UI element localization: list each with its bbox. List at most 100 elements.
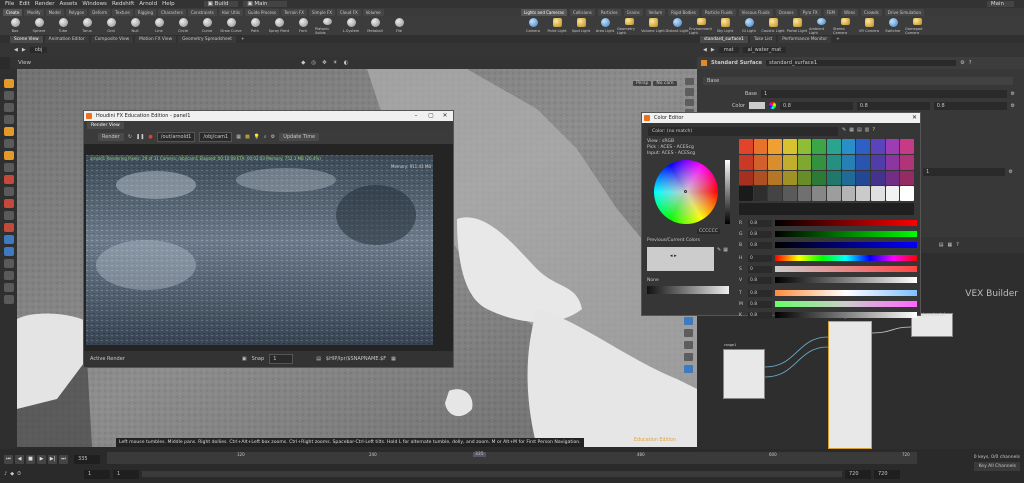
tab-parameters[interactable]: standard_surface1 xyxy=(700,35,748,43)
shelf-tab-simple-fx[interactable]: Simple FX xyxy=(309,8,335,16)
slider-track[interactable] xyxy=(775,220,917,226)
primitive-select-icon[interactable] xyxy=(3,235,14,244)
menu-windows[interactable]: Windows xyxy=(82,1,107,7)
color-swatch[interactable] xyxy=(841,139,856,154)
shelf-tab-drive-simulation[interactable]: Drive Simulation xyxy=(884,8,924,16)
lock-icon[interactable] xyxy=(3,163,14,172)
color-swatch[interactable] xyxy=(797,139,812,154)
shelf-tool-platonic-solids[interactable]: Platonic Solids xyxy=(315,16,339,35)
playback-end-field[interactable]: 720 xyxy=(844,469,871,479)
color-swatch[interactable] xyxy=(841,186,856,201)
shelf-tab-wires[interactable]: Wires xyxy=(840,8,859,16)
tab-take-list[interactable]: Take List xyxy=(749,35,777,43)
node-range[interactable]: range1 xyxy=(723,343,765,399)
shelf-tool-metaball[interactable]: Metaball xyxy=(363,16,387,35)
display-normals-icon[interactable] xyxy=(684,88,694,96)
tab-scene-view[interactable]: Scene View xyxy=(10,35,43,43)
shelf-tab-hair-utils[interactable]: Hair Utils xyxy=(218,8,243,16)
shelf-tool-path[interactable]: Path xyxy=(243,16,267,35)
color-swatch[interactable] xyxy=(812,170,826,186)
color-swatch[interactable] xyxy=(812,186,826,201)
shelf-tab-crowds[interactable]: Crowds xyxy=(861,8,882,16)
help-icon[interactable]: ? xyxy=(969,60,972,66)
render-button[interactable]: Render xyxy=(98,133,124,141)
minimize-icon[interactable]: – xyxy=(409,111,423,121)
value-bar[interactable] xyxy=(725,160,730,224)
shelf-tool-camera[interactable]: Camera xyxy=(521,16,545,35)
desktop-main-select[interactable]: ▣ Main xyxy=(243,1,288,7)
shelf-tool-circle[interactable]: Circle xyxy=(171,16,195,35)
play-icon[interactable]: ▶ xyxy=(37,454,46,464)
shelf-tool-distant-light[interactable]: Distant Light xyxy=(665,16,689,35)
shelf-tool-sky-light[interactable]: Sky Light xyxy=(713,16,737,35)
custom-swatch-area[interactable] xyxy=(739,203,914,215)
slider-track[interactable] xyxy=(775,301,917,307)
menu-help[interactable]: Help xyxy=(162,1,175,7)
desktop-build-select[interactable]: ▣ Build xyxy=(203,1,239,7)
slider-value-field[interactable]: 0.8 xyxy=(748,230,772,238)
audio-icon[interactable]: ♪ xyxy=(4,471,7,477)
shelf-tab-rigging[interactable]: Rigging xyxy=(134,8,156,16)
slider-value-field[interactable]: 0 xyxy=(748,265,772,273)
jump-end-icon[interactable]: ⏭ xyxy=(59,454,68,464)
base-section-header[interactable]: Base xyxy=(703,77,1013,85)
slider-track[interactable] xyxy=(775,255,917,261)
tab-animation-editor[interactable]: Animation Editor xyxy=(44,35,89,43)
shelf-tool-spray-paint[interactable]: Spray Paint xyxy=(267,16,291,35)
slider-track[interactable] xyxy=(775,266,917,272)
color-swatch[interactable] xyxy=(768,186,782,201)
material-node-path[interactable]: ai_water_mat xyxy=(742,47,787,53)
color-swatch[interactable] xyxy=(753,154,768,170)
close-icon[interactable]: ✕ xyxy=(438,111,452,121)
slider-value-field[interactable]: 0.8 xyxy=(748,311,772,319)
shelf-tab-modify[interactable]: Modify xyxy=(24,8,44,16)
color-swatch[interactable] xyxy=(885,170,900,186)
shelf-tab-constraints[interactable]: Constraints xyxy=(187,8,217,16)
shelf-tab-cloud-fx[interactable]: Cloud FX xyxy=(337,8,361,16)
mat-path[interactable]: mat xyxy=(718,47,739,53)
light-icon[interactable]: 💡 xyxy=(254,134,260,140)
shelf-tab-deform[interactable]: Deform xyxy=(89,8,111,16)
color-swatch[interactable] xyxy=(812,139,826,154)
shelf-tool-gamepad-camera[interactable]: Gamepad Camera xyxy=(905,16,929,35)
slider-value-field[interactable]: 0.8 xyxy=(748,289,772,297)
stop-icon[interactable]: ● xyxy=(148,134,152,140)
shelf-tool-portal-light[interactable]: Portal Light xyxy=(785,16,809,35)
render-image[interactable]: arnold1 Rendering Pixels: 29 of 31 Camer… xyxy=(86,155,433,345)
no-cam-button[interactable]: No cam xyxy=(653,81,677,86)
save-snap-icon[interactable]: ▦ xyxy=(391,356,396,362)
display-options-icon[interactable]: ◆ xyxy=(301,60,305,66)
shelf-tool-switcher[interactable]: Switcher xyxy=(881,16,905,35)
back-arrow-icon-right[interactable]: ◀ xyxy=(703,47,707,53)
zoom-icon[interactable]: ⌕ xyxy=(264,134,267,140)
tab-motion-fx-view[interactable]: Motion FX View xyxy=(135,35,177,43)
shelf-tool-geometry-light[interactable]: Geometry Light xyxy=(617,16,641,35)
pick-color-icon[interactable]: ✎ xyxy=(717,247,721,253)
shelf-tool-l-system[interactable]: L-System xyxy=(339,16,363,35)
shelf-tool-sphere[interactable]: Sphere xyxy=(27,16,51,35)
shelf-tool-torus[interactable]: Torus xyxy=(75,16,99,35)
edge-select-icon[interactable] xyxy=(3,259,14,268)
shelf-tab-guide-process[interactable]: Guide Process xyxy=(244,8,280,16)
shelf-tool-gi-light[interactable]: GI Light xyxy=(737,16,761,35)
base-value-field[interactable]: 1 xyxy=(761,89,1007,98)
menu-redshift[interactable]: Redshift xyxy=(112,1,134,7)
slider-value-field[interactable]: 0 xyxy=(748,254,772,262)
color-swatch[interactable] xyxy=(871,170,885,186)
shelf-tab-texture[interactable]: Texture xyxy=(112,8,133,16)
tab-performance-monitor[interactable]: Performance Monitor xyxy=(778,35,832,43)
color-swatch[interactable] xyxy=(739,170,753,186)
forward-arrow-icon[interactable]: ▶ xyxy=(22,47,26,53)
snap-icon-button[interactable]: ▣ xyxy=(242,356,247,362)
slider-value-field[interactable]: 0.8 xyxy=(748,219,772,227)
drop-color-icon[interactable]: ▦ xyxy=(723,247,728,253)
net-help-icon[interactable]: ? xyxy=(956,242,959,248)
net-display-icon[interactable]: ▤ xyxy=(939,242,944,248)
range-slider[interactable] xyxy=(141,471,842,477)
color-swatch[interactable] xyxy=(768,139,782,154)
move-tool-icon[interactable] xyxy=(3,91,14,100)
scale-tool-icon[interactable] xyxy=(3,115,14,124)
display-points-icon[interactable] xyxy=(684,78,694,86)
shelf-tab-characters[interactable]: Characters xyxy=(157,8,186,16)
rop-path-field[interactable]: /out/arnold1 xyxy=(156,132,196,142)
